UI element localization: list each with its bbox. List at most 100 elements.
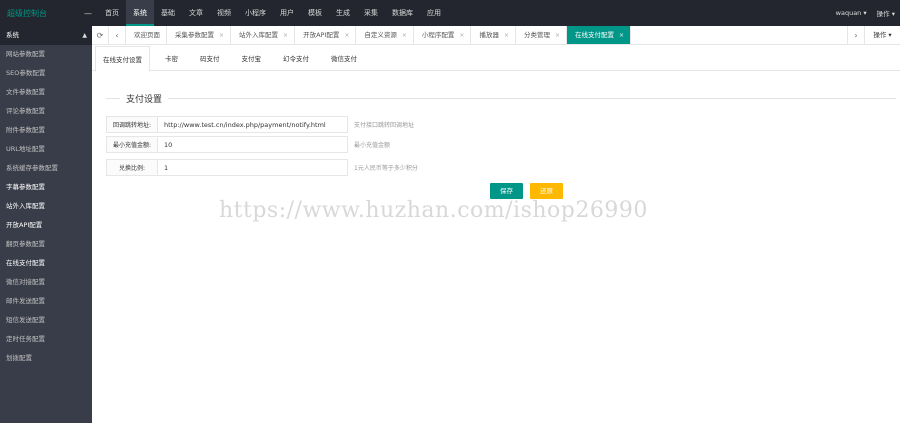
close-icon[interactable]: × [219, 26, 224, 44]
sidebar-item-paging-config[interactable]: 翻页参数配置 [0, 235, 92, 254]
callback-url-input[interactable] [158, 116, 348, 133]
field-hint: 最小充值金额 [354, 142, 391, 149]
sidebar-item-payment-config[interactable]: 在线支付配置 [0, 254, 92, 273]
refresh-icon[interactable]: ⟳ [92, 26, 109, 45]
payment-subtabs: 在线支付设置 卡密 码支付 支付宝 幻令支付 微信支付 [92, 46, 900, 72]
tab-label: 采集参数配置 [175, 31, 214, 39]
tab-ops-menu[interactable]: 操作 ▾ [864, 26, 900, 45]
tab-collect-config[interactable]: 采集参数配置 × [167, 26, 232, 44]
tab-label: 小程序配置 [421, 31, 455, 39]
close-icon[interactable]: × [283, 26, 288, 44]
payment-settings-fieldset: 支付设置 [106, 92, 896, 105]
reset-button[interactable]: 还原 [530, 183, 563, 199]
nav-user[interactable]: 用户 [273, 0, 301, 26]
watermark-text: https://www.huzhan.com/ishop26990 [219, 198, 648, 223]
user-menu[interactable]: waquan ▾ [831, 9, 872, 17]
subtab-card-key[interactable]: 卡密 [158, 46, 185, 71]
sidebar-item-import-config[interactable]: 站外入库配置 [0, 197, 92, 216]
sidebar-item-sms-config[interactable]: 短信发送配置 [0, 311, 92, 330]
chevron-down-icon: ▾ [891, 10, 895, 18]
close-icon[interactable]: × [459, 26, 464, 44]
min-amount-input[interactable] [158, 136, 348, 153]
tab-label: 开放API配置 [303, 31, 340, 39]
field-label: 回调跳转地址: [106, 116, 158, 133]
subtab-huanling-pay[interactable]: 幻令支付 [276, 46, 316, 71]
chevron-right-icon[interactable]: › [847, 26, 864, 45]
nav-basic[interactable]: 基础 [154, 0, 182, 26]
sidebar-item-file-config[interactable]: 文件参数配置 [0, 83, 92, 102]
tab-api-config[interactable]: 开放API配置 × [295, 26, 357, 44]
tab-label: 站外入库配置 [239, 31, 279, 39]
sidebar-item-api-config[interactable]: 开放API配置 [0, 216, 92, 235]
brand-title[interactable]: 超级控制台 [0, 8, 78, 19]
exchange-ratio-input[interactable] [158, 159, 348, 176]
nav-generate[interactable]: 生成 [329, 0, 357, 26]
nav-home[interactable]: 首页 [98, 0, 126, 26]
subtab-online-payment[interactable]: 在线支付设置 [95, 46, 150, 72]
tab-label: 在线支付配置 [575, 31, 615, 39]
field-label: 兑换比例: [106, 159, 158, 176]
tab-label: 分类管理 [523, 31, 550, 39]
sidebar-item-wechat-config[interactable]: 微信对接配置 [0, 273, 92, 292]
ops-menu[interactable]: 操作 ▾ [872, 8, 900, 18]
user-name: waquan [835, 9, 862, 17]
form-row-callback: 回调跳转地址: 支付接口跳转回调地址 [106, 116, 414, 133]
sidebar-item-comment-config[interactable]: 评论参数配置 [0, 102, 92, 121]
subtab-alipay[interactable]: 支付宝 [235, 46, 269, 71]
sidebar-item-subtitle-config[interactable]: 字幕参数配置 [0, 178, 92, 197]
section-title: 支付设置 [120, 92, 169, 105]
sidebar-group-title: 系统 [6, 31, 19, 39]
close-icon[interactable]: × [344, 26, 349, 44]
sidebar-item-email-config[interactable]: 邮件发送配置 [0, 292, 92, 311]
form-row-exchange-ratio: 兑换比例: 1元人民币等于多少积分 [106, 159, 418, 176]
top-nav: 首页 系统 基础 文章 视频 小程序 用户 模板 生成 采集 数据库 应用 [98, 0, 448, 26]
top-bar: 超级控制台 — 首页 系统 基础 文章 视频 小程序 用户 模板 生成 采集 数… [0, 0, 900, 26]
tab-custom-resource[interactable]: 自定义资源 × [356, 26, 414, 44]
tab-label: 欢迎页面 [134, 31, 160, 39]
subtab-wechat-pay[interactable]: 微信支付 [324, 46, 364, 71]
close-icon[interactable]: × [555, 26, 560, 44]
tab-category-manage[interactable]: 分类管理 × [516, 26, 568, 44]
tab-miniprogram-config[interactable]: 小程序配置 × [414, 26, 472, 44]
sidebar-item-transfer-config[interactable]: 划拨配置 [0, 349, 92, 368]
close-icon[interactable]: × [504, 26, 509, 44]
sidebar-group-system[interactable]: 系统 ▲ [0, 26, 92, 45]
tab-player[interactable]: 播放器 × [471, 26, 516, 44]
nav-database[interactable]: 数据库 [385, 0, 420, 26]
close-icon[interactable]: × [402, 26, 407, 44]
ops-label: 操作 [876, 10, 890, 18]
sidebar-item-cache-config[interactable]: 系统缓存参数配置 [0, 159, 92, 178]
sidebar: 系统 ▲ 网站参数配置 SEO参数配置 文件参数配置 评论参数配置 附件参数配置… [0, 26, 92, 423]
subtab-code-pay[interactable]: 码支付 [193, 46, 227, 71]
chevron-up-icon: ▲ [82, 32, 87, 39]
nav-article[interactable]: 文章 [182, 0, 210, 26]
sidebar-item-attachment-config[interactable]: 附件参数配置 [0, 121, 92, 140]
chevron-left-icon[interactable]: ‹ [109, 26, 126, 45]
main-content: 在线支付设置 卡密 码支付 支付宝 幻令支付 微信支付 支付设置 回调跳转地址:… [92, 46, 900, 423]
sidebar-item-seo-config[interactable]: SEO参数配置 [0, 64, 92, 83]
nav-apps[interactable]: 应用 [420, 0, 448, 26]
form-row-min-amount: 最小充值金额: 最小充值金额 [106, 136, 390, 153]
sidebar-item-url-config[interactable]: URL地址配置 [0, 140, 92, 159]
nav-collect[interactable]: 采集 [357, 0, 385, 26]
nav-miniprogram[interactable]: 小程序 [238, 0, 273, 26]
tab-label: 自定义资源 [364, 31, 397, 39]
close-icon[interactable]: × [619, 26, 624, 44]
tab-import-config[interactable]: 站外入库配置 × [231, 26, 296, 44]
chevron-down-icon: ▾ [863, 9, 867, 17]
sidebar-item-site-config[interactable]: 网站参数配置 [0, 45, 92, 64]
field-hint: 1元人民币等于多少积分 [354, 165, 418, 172]
tab-payment-config[interactable]: 在线支付配置 × [567, 26, 632, 44]
nav-video[interactable]: 视频 [210, 0, 238, 26]
save-button[interactable]: 保存 [490, 183, 523, 199]
nav-template[interactable]: 模板 [301, 0, 329, 26]
tab-label: 播放器 [479, 31, 499, 39]
page-tabs: 欢迎页面 采集参数配置 × 站外入库配置 × 开放API配置 × 自定义资源 × 小程序… [126, 26, 847, 44]
menu-toggle-icon[interactable]: — [78, 9, 98, 18]
top-right: waquan ▾ 操作 ▾ [831, 0, 900, 26]
nav-system[interactable]: 系统 [126, 0, 154, 26]
field-label: 最小充值金额: [106, 136, 158, 153]
tab-welcome[interactable]: 欢迎页面 [126, 26, 167, 44]
field-hint: 支付接口跳转回调地址 [354, 122, 415, 129]
sidebar-item-cron-config[interactable]: 定时任务配置 [0, 330, 92, 349]
